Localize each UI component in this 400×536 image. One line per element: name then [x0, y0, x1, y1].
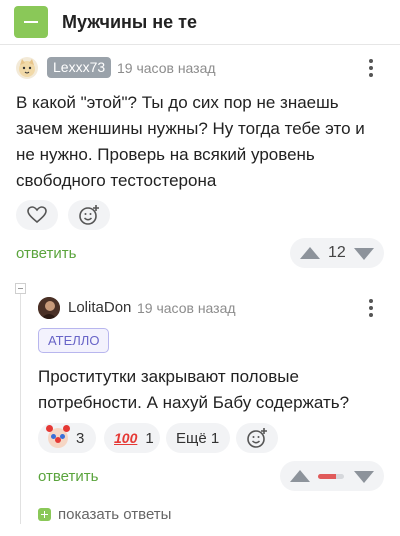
reaction-hundred[interactable]: 100 1	[104, 423, 160, 453]
comment-author[interactable]: LolitaDon	[68, 299, 131, 316]
comment-text: Проститутки закрывают половые потребност…	[38, 367, 350, 412]
reaction-count: 3	[76, 429, 85, 447]
cat-avatar-icon	[19, 59, 35, 77]
rating-box	[280, 461, 384, 491]
upvote-icon[interactable]	[290, 470, 310, 482]
upvote-icon[interactable]	[300, 247, 320, 259]
more-reactions-label: Ещё 1	[176, 429, 220, 447]
more-reactions-button[interactable]: Ещё 1	[166, 423, 230, 453]
reaction-clown[interactable]: 3	[38, 423, 96, 453]
reaction-count: 1	[145, 429, 154, 447]
clown-face-icon	[46, 425, 70, 448]
add-reaction-button[interactable]	[68, 200, 110, 230]
comment-time: 19 часов назад	[137, 300, 236, 316]
thread-line[interactable]	[20, 288, 21, 524]
downvote-icon[interactable]	[354, 471, 374, 483]
comment-time: 19 часов назад	[117, 60, 216, 76]
thread-collapse-toggle[interactable]	[15, 283, 26, 294]
avatar[interactable]	[16, 57, 38, 79]
add-emoji-icon	[247, 428, 267, 448]
rating-indicator	[318, 474, 344, 479]
downvote-icon[interactable]	[354, 248, 374, 260]
heart-icon	[27, 206, 47, 224]
reply-button[interactable]: ответить	[16, 245, 76, 262]
hundred-points-icon: 100	[114, 430, 138, 446]
more-options-icon[interactable]	[366, 298, 376, 320]
comment-text: В какой "этой"? Ты до сих пор не знаешь …	[16, 93, 365, 190]
add-emoji-icon	[79, 205, 99, 225]
avatar[interactable]	[38, 297, 60, 319]
rating-indicator-fill	[318, 474, 337, 479]
plus-icon	[38, 508, 51, 521]
more-options-icon[interactable]	[366, 58, 376, 80]
rating-count: 12	[328, 244, 346, 261]
post-header: Мужчины не те	[0, 0, 400, 44]
username-badge[interactable]: Lexxx73	[47, 57, 112, 78]
add-reaction-button[interactable]	[236, 423, 278, 453]
show-replies-label: показать ответы	[58, 506, 172, 523]
like-button[interactable]	[16, 200, 58, 230]
user-tag-badge: АТЕЛЛО	[38, 328, 110, 353]
reply-button[interactable]: ответить	[38, 468, 98, 485]
rating-box: 12	[290, 238, 384, 268]
show-replies-button[interactable]: показать ответы	[38, 506, 171, 523]
header-divider	[0, 44, 400, 45]
user-photo-icon	[38, 297, 60, 319]
collapse-button[interactable]	[14, 6, 48, 38]
post-title[interactable]: Мужчины не те	[62, 12, 197, 33]
